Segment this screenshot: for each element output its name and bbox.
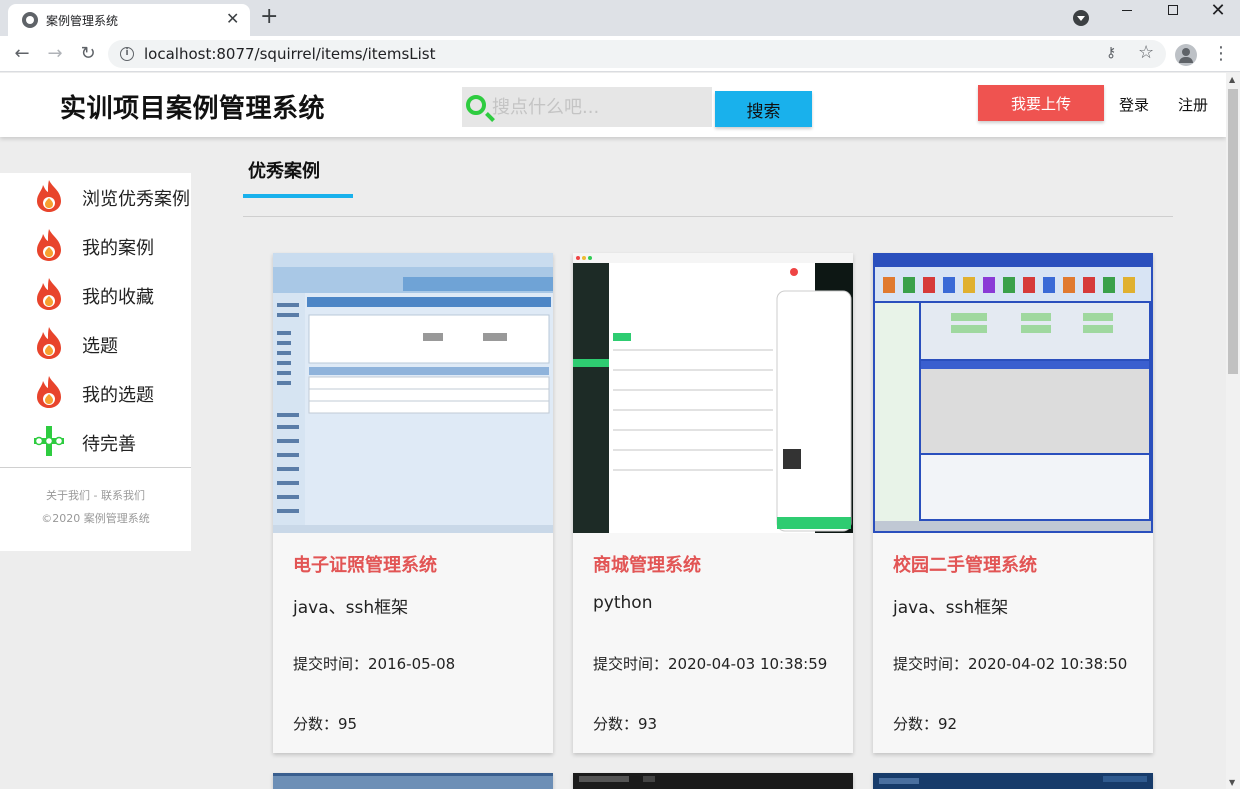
sidebar-item-label: 我的收藏 bbox=[82, 287, 154, 308]
search-icon bbox=[466, 95, 486, 115]
case-score: 分数：92 bbox=[893, 715, 958, 733]
url-text[interactable]: localhost:8077/squirrel/items/itemsList bbox=[144, 45, 436, 63]
scroll-down-arrow-icon[interactable]: ▼ bbox=[1229, 778, 1235, 787]
flame-icon bbox=[34, 326, 64, 360]
address-bar[interactable]: i localhost:8077/squirrel/items/itemsLis… bbox=[108, 40, 1166, 68]
page-scrollbar[interactable]: ▲ ▼ bbox=[1226, 73, 1240, 789]
key-icon[interactable]: ⚷ bbox=[1106, 45, 1116, 61]
sidebar-footer-links[interactable]: 关于我们 - 联系我们 bbox=[0, 487, 191, 503]
case-tech: java、ssh框架 bbox=[293, 598, 409, 618]
case-score: 分数：93 bbox=[593, 715, 658, 733]
sidebar-item-label: 选题 bbox=[82, 336, 118, 357]
sidebar-item-my-cases[interactable]: 我的案例 bbox=[0, 222, 191, 271]
case-submit-time: 提交时间：2016-05-08 bbox=[293, 655, 456, 673]
case-title[interactable]: 电子证照管理系统 bbox=[293, 551, 437, 577]
case-thumbnail[interactable] bbox=[873, 253, 1153, 533]
forward-button[interactable]: → bbox=[43, 42, 67, 66]
sidebar-item-label: 我的选题 bbox=[82, 385, 154, 406]
close-window-button[interactable]: ✕ bbox=[1195, 0, 1240, 32]
case-tech: python bbox=[593, 593, 653, 613]
sidebar-item-pending[interactable]: 待完善 bbox=[0, 418, 191, 467]
login-link[interactable]: 登录 bbox=[1119, 94, 1149, 115]
upload-button[interactable]: 我要上传 bbox=[978, 85, 1104, 121]
case-tech: java、ssh框架 bbox=[893, 598, 1009, 618]
search-box bbox=[462, 87, 712, 127]
case-card[interactable]: 校园二手管理系统 java、ssh框架 提交时间：2020-04-02 10:3… bbox=[873, 253, 1153, 753]
case-title[interactable]: 校园二手管理系统 bbox=[893, 551, 1037, 577]
back-button[interactable]: ← bbox=[10, 42, 34, 66]
case-score: 分数：95 bbox=[293, 715, 358, 733]
profile-avatar-icon[interactable] bbox=[1175, 44, 1197, 66]
flame-icon bbox=[34, 375, 64, 409]
scrollbar-thumb[interactable] bbox=[1228, 89, 1238, 374]
sidebar-copyright: ©2020 案例管理系统 bbox=[41, 512, 150, 525]
browser-tab[interactable]: 案例管理系统 ✕ bbox=[8, 4, 250, 36]
new-tab-button[interactable]: + bbox=[260, 6, 278, 28]
scroll-up-arrow-icon[interactable]: ▲ bbox=[1229, 75, 1235, 84]
sidebar-item-favorites[interactable]: 我的收藏 bbox=[0, 271, 191, 320]
site-header: 实训项目案例管理系统 搜索 我要上传 登录 注册 bbox=[0, 73, 1226, 137]
reload-button[interactable]: ↻ bbox=[76, 42, 100, 66]
tab-close-icon[interactable]: ✕ bbox=[226, 9, 239, 29]
case-thumbnail[interactable] bbox=[573, 253, 853, 533]
browser-menu-icon[interactable]: ⋮ bbox=[1212, 42, 1230, 66]
case-card[interactable]: 电子证照管理系统 java、ssh框架 提交时间：2016-05-08 分数：9… bbox=[273, 253, 553, 753]
section-divider bbox=[243, 216, 1173, 217]
browser-toolbar: ← → ↻ i localhost:8077/squirrel/items/it… bbox=[0, 36, 1240, 72]
sidebar-item-topics[interactable]: 选题 bbox=[0, 320, 191, 369]
maximize-button[interactable] bbox=[1150, 0, 1196, 32]
flame-icon bbox=[34, 277, 64, 311]
search-input[interactable] bbox=[492, 91, 707, 123]
section-active-underline bbox=[243, 194, 353, 198]
case-thumbnail[interactable] bbox=[273, 253, 553, 533]
globe-icon bbox=[22, 12, 38, 28]
minimize-button[interactable] bbox=[1104, 0, 1150, 32]
sidebar-item-my-topics[interactable]: 我的选题 bbox=[0, 369, 191, 418]
sidebar-item-browse[interactable]: 浏览优秀案例 bbox=[0, 173, 191, 222]
sidebar-divider bbox=[0, 467, 191, 468]
sidebar-item-label: 我的案例 bbox=[82, 238, 154, 259]
register-link[interactable]: 注册 bbox=[1178, 94, 1208, 115]
flame-icon bbox=[34, 179, 64, 213]
search-button[interactable]: 搜索 bbox=[715, 91, 812, 127]
case-card-partial[interactable] bbox=[573, 773, 853, 789]
flame-icon bbox=[34, 228, 64, 262]
bookmark-star-icon[interactable]: ☆ bbox=[1138, 42, 1154, 63]
site-brand[interactable]: 实训项目案例管理系统 bbox=[60, 88, 325, 125]
case-title[interactable]: 商城管理系统 bbox=[593, 551, 701, 577]
browser-tabstrip: 案例管理系统 ✕ + ✕ bbox=[0, 0, 1240, 36]
page-viewport: 实训项目案例管理系统 搜索 我要上传 登录 注册 浏览优秀案例 我的案例 我 bbox=[0, 73, 1226, 789]
cross-dots-icon bbox=[34, 424, 64, 458]
case-submit-time: 提交时间：2020-04-02 10:38:50 bbox=[893, 655, 1128, 673]
tab-search-icon[interactable] bbox=[1073, 10, 1089, 26]
sidebar: 浏览优秀案例 我的案例 我的收藏 选题 我的选题 待完善 关于我们 - 联系我们… bbox=[0, 173, 191, 551]
tab-title: 案例管理系统 bbox=[46, 14, 119, 28]
case-card-partial[interactable] bbox=[273, 773, 553, 789]
section-title[interactable]: 优秀案例 bbox=[248, 157, 320, 183]
sidebar-item-label: 浏览优秀案例 bbox=[82, 189, 190, 210]
case-card-partial[interactable] bbox=[873, 773, 1153, 789]
sidebar-item-label: 待完善 bbox=[82, 434, 136, 455]
info-icon[interactable]: i bbox=[120, 47, 134, 61]
case-card[interactable]: 商城管理系统 python 提交时间：2020-04-03 10:38:59 分… bbox=[573, 253, 853, 753]
case-submit-time: 提交时间：2020-04-03 10:38:59 bbox=[593, 655, 828, 673]
